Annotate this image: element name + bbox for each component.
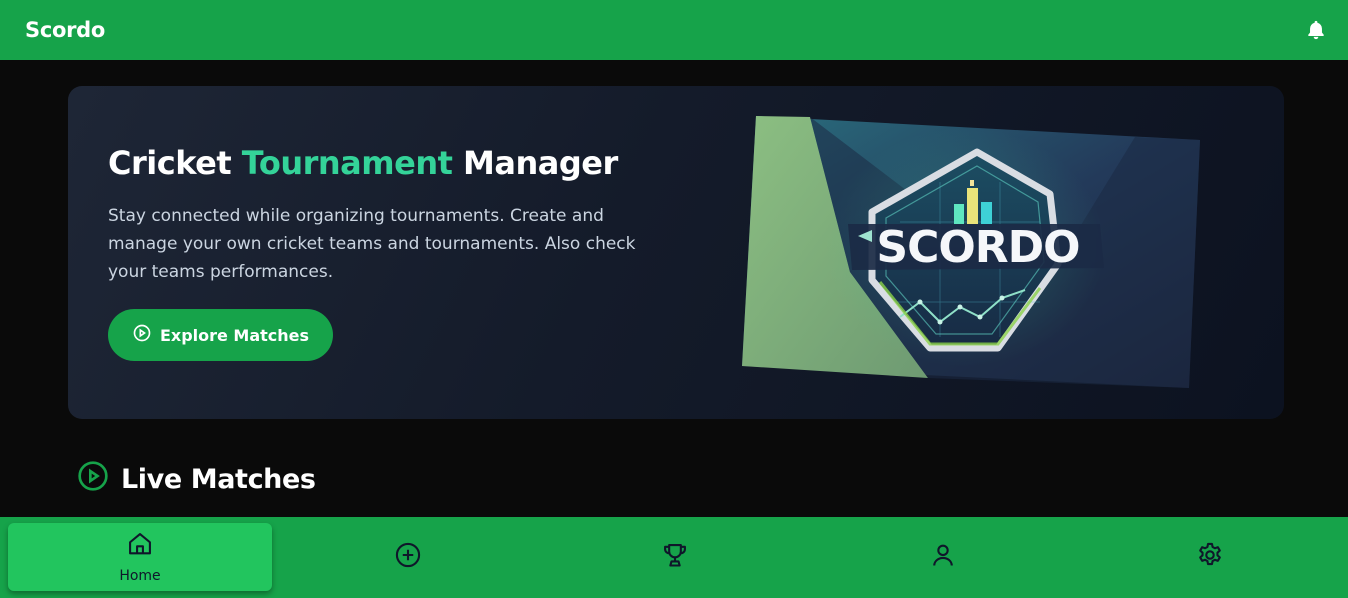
scordo-logo-image: SCORDO [740,112,1204,392]
explore-matches-label: Explore Matches [159,325,310,345]
nav-item-profile[interactable] [811,523,1075,591]
nav-item-create[interactable] [276,523,540,591]
notifications-bell-icon[interactable] [1304,18,1328,42]
live-matches-label: Live Matches [121,464,316,495]
explore-matches-button[interactable]: Explore Matches [108,309,333,361]
play-circle-icon [77,460,109,499]
hero-banner: Cricket Tournament Manager Stay connecte… [68,86,1284,419]
play-circle-icon [132,323,152,347]
app-title: Scordo [25,18,106,42]
top-app-bar: Scordo [0,0,1348,60]
live-matches-heading: Live Matches [77,460,316,499]
home-icon [126,530,154,562]
hero-title: Cricket Tournament Manager [108,144,618,182]
trophy-icon [661,541,689,573]
hero-title-part2: Manager [463,144,618,182]
hero-title-part1: Cricket [108,144,232,182]
gear-icon [1196,541,1224,573]
plus-circle-icon [394,541,422,573]
nav-label-home: Home [119,568,161,584]
nav-item-home[interactable]: Home [8,523,272,591]
hero-description: Stay connected while organizing tourname… [108,206,636,282]
user-icon [929,541,957,573]
bottom-navigation: Home [0,517,1348,598]
nav-item-settings[interactable] [1078,523,1342,591]
nav-item-tournaments[interactable] [543,523,807,591]
hero-title-accent: Tournament [241,144,453,182]
logo-text: SCORDO [876,222,1079,273]
